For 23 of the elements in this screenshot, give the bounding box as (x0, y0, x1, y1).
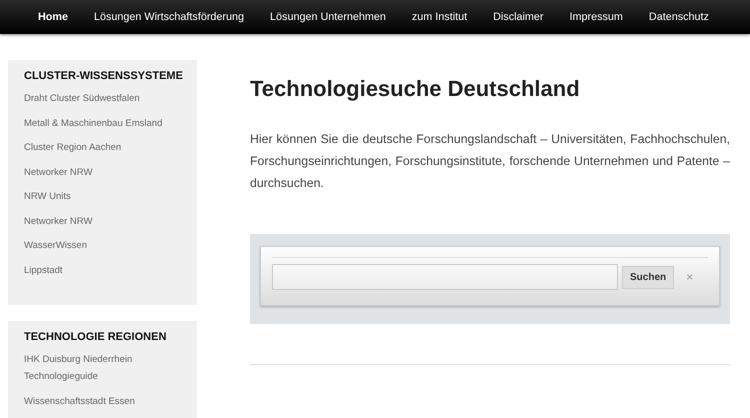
sidebar-link[interactable]: Lippstadt (24, 262, 184, 278)
sidebar-link[interactable]: Networker NRW (24, 212, 184, 230)
nav-link[interactable]: Impressum (556, 0, 636, 34)
nav-link[interactable]: Lösungen Wirtschaftsförderung (81, 0, 258, 34)
nav-link[interactable]: Disclaimer (480, 0, 556, 34)
search-field[interactable] (272, 264, 618, 290)
search-button[interactable]: Suchen (622, 266, 674, 289)
sidebar-heading: TECHNOLOGIE REGIONEN (24, 330, 168, 345)
sidebar-link[interactable]: Wissenschaftsstadt Essen (24, 392, 184, 410)
sidebar-link[interactable]: Networker NRW (24, 164, 184, 180)
sidebar-link[interactable]: WasserWissen (24, 237, 184, 254)
nav-link[interactable]: zum Institut (398, 0, 480, 34)
intro-text: Hier können Sie die deutsche Forschungslandschaft – Universitäten, Fachhochschulen, Forschungseinrichtungen, Forschungsinstitute, forschende Unternehmen und Patente – durchsuchen. (250, 131, 730, 192)
nav-link[interactable]: Home (38, 0, 81, 34)
sidebar-link[interactable]: Metall & Maschinenbau Emsland (24, 114, 184, 132)
page-heading: Technologiesuche Deutschland (250, 76, 581, 102)
nav-link[interactable]: Datenschutz (636, 0, 722, 34)
sidebar-heading: CLUSTER-WISSENSSYSTEME (24, 69, 184, 84)
sidebar-link[interactable]: Draht Cluster Südwestfalen (24, 90, 184, 107)
sidebar-link[interactable]: NRW Units (24, 188, 184, 205)
sidebar-link[interactable]: Cluster Region Aachen (24, 139, 184, 156)
nav-link[interactable]: Lösungen Unternehmen (257, 0, 399, 34)
sidebar-link[interactable]: IHK Duisburg Niederrhein Technologieguide (24, 351, 184, 385)
